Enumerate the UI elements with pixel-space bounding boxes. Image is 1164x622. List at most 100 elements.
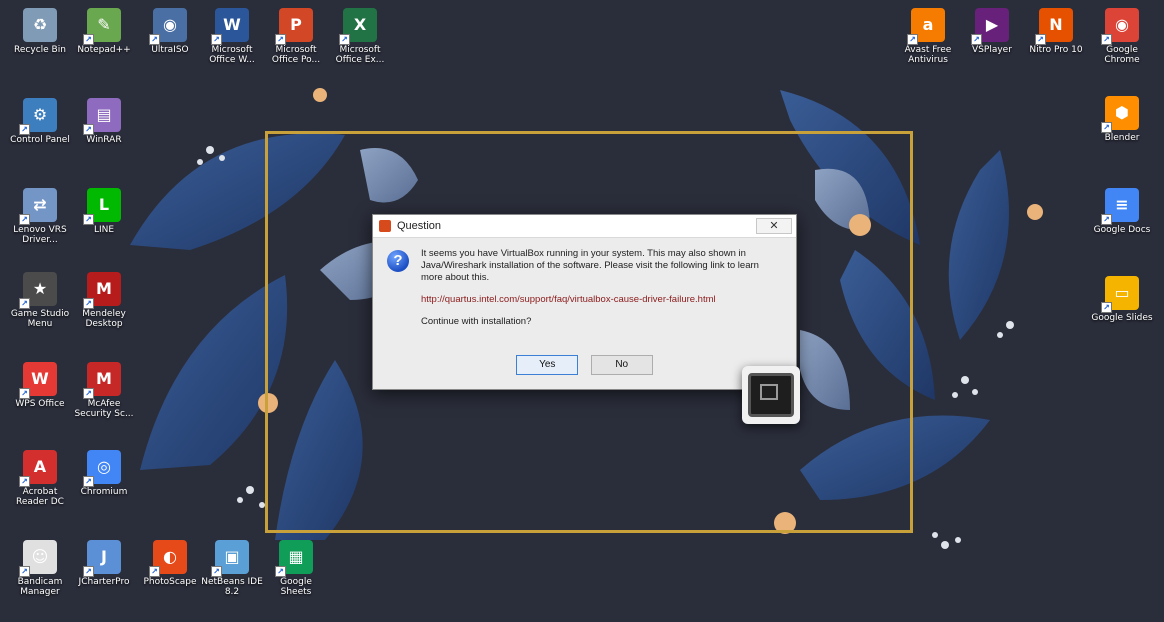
- shortcut-arrow-icon: ↗: [211, 34, 222, 45]
- shortcut-arrow-icon: ↗: [275, 566, 286, 577]
- desktop-icon-control-panel[interactable]: ⚙ ↗ Control Panel: [8, 98, 72, 172]
- desktop-icon-sheets[interactable]: ▦ ↗ Google Sheets: [264, 540, 328, 614]
- desktop-icon-notepad[interactable]: ✎ ↗ Notepad++: [72, 8, 136, 82]
- bandicam-icon: ☺ ↗: [19, 540, 57, 577]
- desktop-icon-label: Microsoft Office W...: [209, 45, 255, 65]
- desktop-icon-label: Google Sheets: [280, 577, 312, 597]
- dialog-message: It seems you have VirtualBox running in …: [421, 248, 759, 283]
- desktop-icon-network[interactable]: ⇄ ↗ Lenovo VRS Driver...: [8, 188, 72, 262]
- shortcut-arrow-icon: ↗: [83, 124, 94, 135]
- desktop-icon-excel[interactable]: X ↗ Microsoft Office Ex...: [328, 8, 392, 82]
- desktop-icon-chrome[interactable]: ◉ ↗ Google Chrome: [1090, 8, 1154, 82]
- powerpoint-icon: P ↗: [275, 8, 313, 45]
- desktop-icon-label: Control Panel: [10, 135, 70, 145]
- vs-icon: ▶ ↗: [971, 8, 1009, 45]
- desktop-icon-label: Google Chrome: [1104, 45, 1140, 65]
- excel-icon: X ↗: [339, 8, 377, 45]
- winrar-icon: ▤ ↗: [83, 98, 121, 135]
- desktop-icon-label: NetBeans IDE 8.2: [201, 577, 263, 597]
- shortcut-arrow-icon: ↗: [83, 298, 94, 309]
- desktop-icon-nitro[interactable]: N ↗ Nitro Pro 10: [1024, 8, 1088, 82]
- desktop-icon-label: Recycle Bin: [14, 45, 66, 55]
- desktop-icon-chromium[interactable]: ◎ ↗ Chromium: [72, 450, 136, 524]
- shortcut-arrow-icon: ↗: [971, 34, 982, 45]
- desktop-icon-starter[interactable]: J ↗ JCharterPro: [72, 540, 136, 614]
- desktop-icon-acrobat[interactable]: A ↗ Acrobat Reader DC: [8, 450, 72, 524]
- desktop-icon-label: PhotoScape: [143, 577, 197, 587]
- desktop-icon-bandicam[interactable]: ☺ ↗ Bandicam Manager: [8, 540, 72, 614]
- shortcut-arrow-icon: ↗: [1035, 34, 1046, 45]
- desktop-icon-label: Mendeley Desktop: [82, 309, 126, 329]
- dialog-titlebar[interactable]: Question ✕: [373, 215, 796, 238]
- shortcut-arrow-icon: ↗: [19, 124, 30, 135]
- desktop-icon-label: McAfee Security Sc...: [74, 399, 134, 419]
- dialog-buttons: Yes No: [373, 354, 796, 375]
- desktop-icon-label: Game Studio Menu: [10, 309, 70, 329]
- sheets-icon: ▦ ↗: [275, 540, 313, 577]
- desktop-icon-label: Notepad++: [77, 45, 131, 55]
- desktop-icon-wps[interactable]: W ↗ WPS Office: [8, 362, 72, 436]
- avast-icon: a ↗: [907, 8, 945, 45]
- desktop-icon-label: Blender: [1104, 133, 1140, 143]
- dialog-question: Continue with installation?: [421, 316, 532, 327]
- desktop-icon-recycle-bin[interactable]: ♻ Recycle Bin: [8, 8, 72, 82]
- desktop-icon-label: VSPlayer: [972, 45, 1012, 55]
- desktop-icon-label: UltraISO: [151, 45, 189, 55]
- desktop-icon-label: WinRAR: [86, 135, 122, 145]
- netbeans-icon: ▣ ↗: [211, 540, 249, 577]
- shortcut-arrow-icon: ↗: [19, 298, 30, 309]
- desktop-icon-label: Google Docs: [1093, 225, 1151, 235]
- blender-icon: ⬢ ↗: [1101, 96, 1139, 133]
- desktop-icon-label: Avast Free Antivirus: [904, 45, 952, 65]
- shortcut-arrow-icon: ↗: [83, 566, 94, 577]
- dialog-link[interactable]: http://quartus.intel.com/support/faq/vir…: [421, 294, 782, 306]
- desktop-icon-netbeans[interactable]: ▣ ↗ NetBeans IDE 8.2: [200, 540, 264, 614]
- shortcut-arrow-icon: ↗: [1101, 122, 1112, 133]
- desktop-icon-blender[interactable]: ⬢ ↗ Blender: [1090, 96, 1154, 170]
- line-icon: L ↗: [83, 188, 121, 225]
- shortcut-arrow-icon: ↗: [19, 214, 30, 225]
- close-button[interactable]: ✕: [756, 218, 792, 234]
- floating-app-window-icon[interactable]: [742, 366, 800, 424]
- desktop-icon-ultraiso[interactable]: ◉ ↗ UltraISO: [138, 8, 202, 82]
- desktop-icon-winrar[interactable]: ▤ ↗ WinRAR: [72, 98, 136, 172]
- starter-icon: J ↗: [83, 540, 121, 577]
- desktop-icon-label: JCharterPro: [78, 577, 130, 587]
- shortcut-arrow-icon: ↗: [149, 566, 160, 577]
- slides-icon: ▭ ↗: [1101, 276, 1139, 313]
- desktop-icon-game-center[interactable]: ★ ↗ Game Studio Menu: [8, 272, 72, 346]
- shortcut-arrow-icon: ↗: [1101, 214, 1112, 225]
- desktop-icon-label: Lenovo VRS Driver...: [13, 225, 67, 245]
- desktop-icon-mendeley[interactable]: M ↗ Mendeley Desktop: [72, 272, 136, 346]
- ultraiso-icon: ◉ ↗: [149, 8, 187, 45]
- desktop-icon-label: WPS Office: [15, 399, 65, 409]
- leaf-shape: [948, 150, 1009, 340]
- no-button[interactable]: No: [590, 355, 653, 375]
- chrome-icon: ◉ ↗: [1101, 8, 1139, 45]
- desktop-icon-label: Bandicam Manager: [17, 577, 63, 597]
- shortcut-arrow-icon: ↗: [149, 34, 160, 45]
- word-icon: W ↗: [211, 8, 249, 45]
- desktop-icon-line[interactable]: L ↗ LINE: [72, 188, 136, 262]
- shortcut-arrow-icon: ↗: [211, 566, 222, 577]
- desktop-icon-docs[interactable]: ≡ ↗ Google Docs: [1090, 188, 1154, 262]
- desktop-icon-label: Chromium: [80, 487, 128, 497]
- question-icon: ?: [387, 250, 409, 272]
- desktop-icon-word[interactable]: W ↗ Microsoft Office W...: [200, 8, 264, 82]
- desktop-icon-avast[interactable]: a ↗ Avast Free Antivirus: [896, 8, 960, 82]
- desktop-icon-vs[interactable]: ▶ ↗ VSPlayer: [960, 8, 1024, 82]
- docs-icon: ≡ ↗: [1101, 188, 1139, 225]
- yes-button[interactable]: Yes: [516, 355, 579, 375]
- desktop-icon-powerpoint[interactable]: P ↗ Microsoft Office Po...: [264, 8, 328, 82]
- desktop-icon-mcafee[interactable]: M ↗ McAfee Security Sc...: [72, 362, 136, 436]
- desktop-icon-slides[interactable]: ▭ ↗ Google Slides: [1090, 276, 1154, 350]
- shortcut-arrow-icon: ↗: [1101, 34, 1112, 45]
- desktop-icon-label: Google Slides: [1091, 313, 1153, 323]
- desktop-icon-label: LINE: [93, 225, 115, 235]
- game-center-icon: ★ ↗: [19, 272, 57, 309]
- desktop-icon-label: Microsoft Office Po...: [271, 45, 321, 65]
- control-panel-icon: ⚙ ↗: [19, 98, 57, 135]
- desktop-icon-photoscape[interactable]: ◐ ↗ PhotoScape: [138, 540, 202, 614]
- desktop-icon-label: Nitro Pro 10: [1029, 45, 1083, 55]
- desktop-icon-label: Microsoft Office Ex...: [335, 45, 385, 65]
